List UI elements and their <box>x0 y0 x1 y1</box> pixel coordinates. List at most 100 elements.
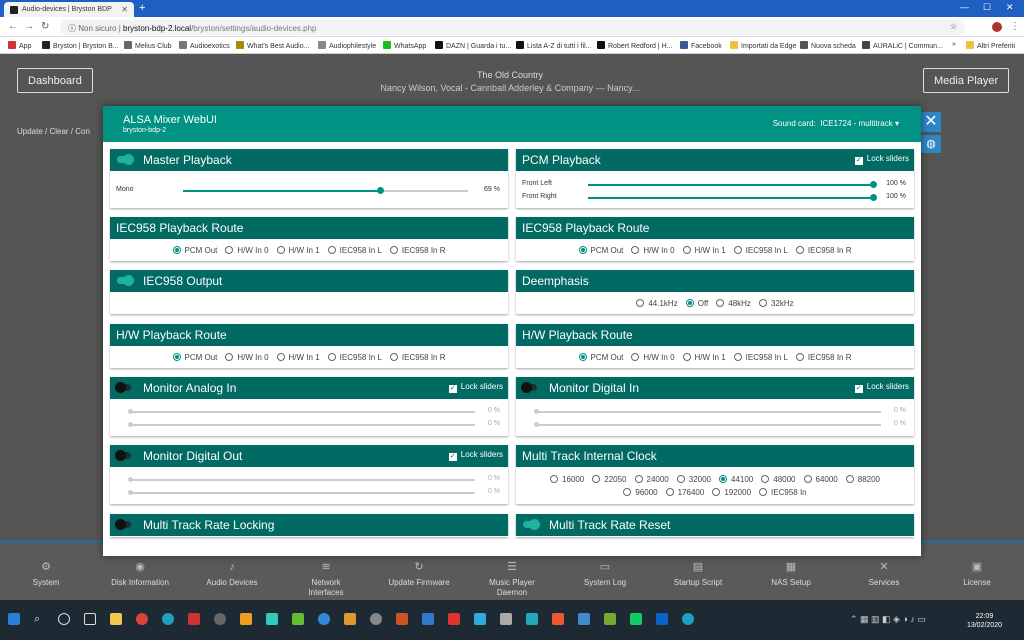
tool-links[interactable]: Update / Clear / Con <box>17 127 90 136</box>
close-modal-button[interactable]: ✕ <box>921 112 941 132</box>
sound-card-select[interactable]: Sound card: ICE1724 - multitrack ▾ <box>773 119 899 128</box>
bookmark-item[interactable]: Bryston | Bryston B... <box>42 41 119 50</box>
radio-option[interactable]: 16000 <box>550 474 584 486</box>
radio-option[interactable]: 192000 <box>712 487 751 499</box>
app-icon[interactable] <box>526 613 538 625</box>
bookmark-item[interactable]: Nuova scheda <box>800 41 856 50</box>
globe-icon[interactable]: ◍ <box>921 135 941 153</box>
bookmark-item[interactable]: Audiophilestyle <box>318 41 376 50</box>
nav-services[interactable]: ✕ Services <box>839 561 929 588</box>
maximize-icon[interactable]: ☐ <box>983 2 991 13</box>
radio-option[interactable]: 48kHz <box>716 298 751 310</box>
radio-option[interactable]: 32000 <box>676 474 711 486</box>
lock-sliders-checkbox[interactable]: ✓ Lock sliders <box>448 381 503 393</box>
radio-option[interactable]: PCM Out <box>578 352 623 364</box>
bookmark-item[interactable]: Audioexotics <box>179 41 230 50</box>
app-icon[interactable] <box>578 613 590 625</box>
app-icon[interactable] <box>188 613 200 625</box>
radio-option[interactable]: H/W In 1 <box>276 245 320 257</box>
dashboard-button[interactable]: Dashboard <box>17 68 93 93</box>
media-player-button[interactable]: Media Player <box>923 68 1010 93</box>
close-window-icon[interactable]: ✕ <box>1006 2 1014 13</box>
bookmark-item[interactable]: DAZN | Guarda i tu... <box>435 41 511 50</box>
monitor-digital-in-slider-1[interactable] <box>534 409 881 414</box>
radio-option[interactable]: Off <box>685 298 708 310</box>
radio-option[interactable]: H/W In 1 <box>682 245 726 257</box>
search-icon[interactable]: ⌕ <box>34 613 46 625</box>
task-view-icon[interactable] <box>84 613 96 625</box>
app-icon[interactable] <box>214 613 226 625</box>
app-icon[interactable] <box>604 613 616 625</box>
forward-icon[interactable]: → <box>24 21 34 32</box>
app-icon[interactable] <box>500 613 512 625</box>
app-icon[interactable] <box>344 613 356 625</box>
bookmark-item[interactable]: Lista A-Z di tutti i fil... <box>516 41 592 50</box>
app-icon[interactable] <box>292 613 304 625</box>
radio-option[interactable]: PCM Out <box>578 245 623 257</box>
nav-network-interfaces[interactable]: ≋ Network Interfaces <box>281 561 371 598</box>
avatar[interactable] <box>992 22 1002 32</box>
rate-locking-toggle[interactable] <box>115 519 131 530</box>
monitor-analog-toggle[interactable] <box>115 382 131 393</box>
nav-audio-devices[interactable]: ♪ Audio Devices <box>187 561 277 588</box>
radio-option[interactable]: IEC958 In <box>759 487 807 499</box>
star-icon[interactable]: ☆ <box>950 22 957 31</box>
radio-option[interactable]: 48000 <box>761 474 796 486</box>
radio-option[interactable]: 32kHz <box>758 298 794 310</box>
bookmark-item[interactable]: Melius Club <box>124 41 172 50</box>
url-field[interactable]: ⓘ Non sicuro | bryston-bdp-2.local/bryst… <box>60 20 965 35</box>
radio-option[interactable]: IEC958 In L <box>327 352 382 364</box>
browser-tab[interactable]: Audio-devices | Bryston BDP ✕ <box>4 2 134 17</box>
radio-option[interactable]: H/W In 1 <box>276 352 320 364</box>
radio-option[interactable]: H/W In 0 <box>225 245 269 257</box>
nav-license[interactable]: ▣ License <box>932 561 1022 588</box>
radio-option[interactable]: 44100 <box>719 474 753 486</box>
radio-option[interactable]: IEC958 In R <box>795 352 851 364</box>
monitor-analog-slider-1[interactable] <box>128 409 475 414</box>
nav-music-player-daemon[interactable]: ☰ Music Player Daemon <box>467 561 557 598</box>
app-icon[interactable] <box>240 613 252 625</box>
master-slider[interactable] <box>183 187 468 194</box>
radio-option[interactable]: IEC958 In R <box>389 352 445 364</box>
nav-system-log[interactable]: ▭ System Log <box>560 561 650 588</box>
tray-icons[interactable]: ⌃ ▦ ▥ ◧ ◈ ◑ ♪ ▭ <box>850 614 926 625</box>
app-icon[interactable] <box>630 613 642 625</box>
radio-option[interactable]: IEC958 In L <box>327 245 382 257</box>
monitor-digital-out-toggle[interactable] <box>115 450 131 461</box>
lock-sliders-checkbox[interactable]: ✓ Lock sliders <box>854 381 909 393</box>
radio-option[interactable]: H/W In 1 <box>682 352 726 364</box>
radio-option[interactable]: H/W In 0 <box>225 352 269 364</box>
radio-option[interactable]: IEC958 In L <box>733 352 788 364</box>
cortana-icon[interactable] <box>58 613 70 625</box>
nav-update-firmware[interactable]: ↻ Update Firmware <box>374 561 464 588</box>
radio-option[interactable]: 176400 <box>665 487 704 499</box>
bookmark-item[interactable]: AURALiC | Commun... <box>862 41 943 50</box>
radio-option[interactable]: H/W In 0 <box>631 352 675 364</box>
radio-option[interactable]: 64000 <box>803 474 838 486</box>
app-icon[interactable] <box>422 613 434 625</box>
app-icon[interactable] <box>318 613 330 625</box>
edge-icon[interactable] <box>162 613 174 625</box>
monitor-digital-out-slider-1[interactable] <box>128 477 475 482</box>
bookmark-item[interactable]: What's Best Audio... <box>236 41 309 50</box>
bookmarks-overflow[interactable]: » <box>952 41 956 48</box>
radio-option[interactable]: PCM Out <box>172 245 217 257</box>
bookmark-item[interactable]: App <box>8 41 31 50</box>
monitor-digital-in-toggle[interactable] <box>521 382 537 393</box>
monitor-digital-in-slider-2[interactable] <box>534 422 881 427</box>
bookmark-item[interactable]: Facebook <box>680 41 722 50</box>
radio-option[interactable]: 88200 <box>845 474 880 486</box>
radio-option[interactable]: H/W In 0 <box>631 245 675 257</box>
iec958-output-toggle[interactable] <box>117 275 134 286</box>
bookmark-item[interactable]: Robert Redford | H... <box>597 41 672 50</box>
master-toggle[interactable] <box>117 154 134 165</box>
bookmark-item[interactable]: WhatsApp <box>383 41 426 50</box>
monitor-digital-out-slider-2[interactable] <box>128 490 475 495</box>
nav-system[interactable]: ⚙ System <box>1 561 91 588</box>
app-icon[interactable] <box>448 613 460 625</box>
other-bookmarks[interactable]: Altri Preferiti <box>966 41 1015 50</box>
menu-icon[interactable]: ⋮ <box>1010 21 1020 32</box>
bookmark-item[interactable]: Importati da Edge <box>730 41 796 50</box>
radio-option[interactable]: IEC958 In R <box>389 245 445 257</box>
radio-option[interactable]: PCM Out <box>172 352 217 364</box>
